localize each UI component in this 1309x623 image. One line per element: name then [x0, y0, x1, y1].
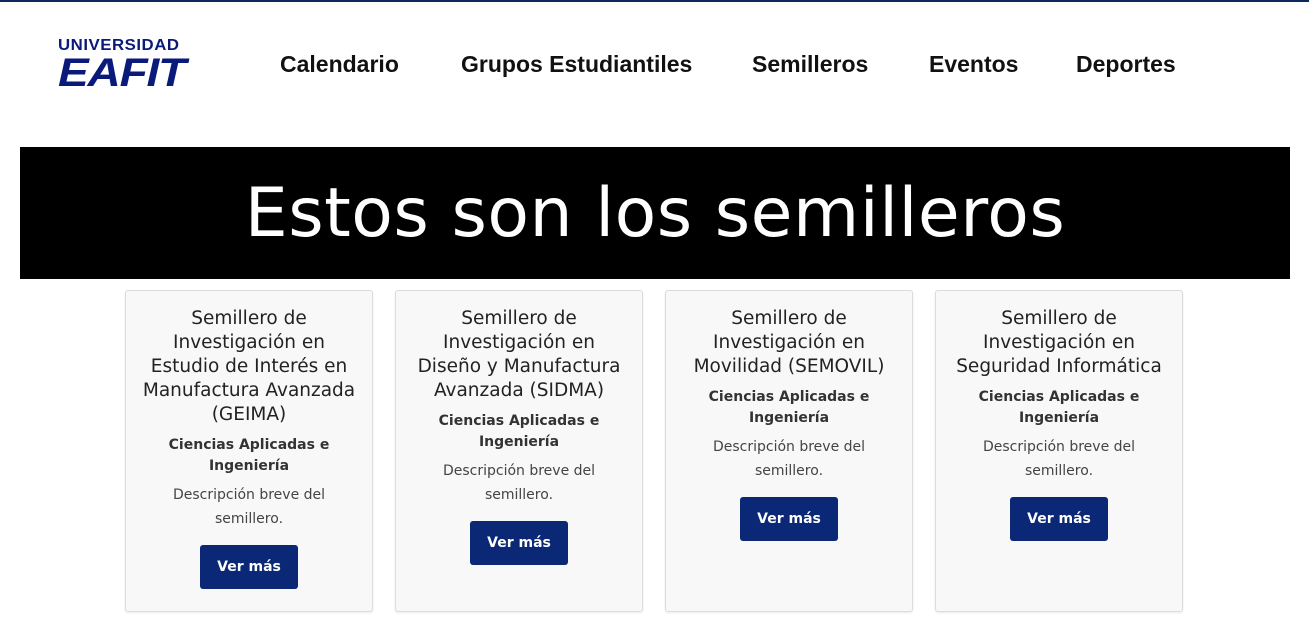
- semillero-card: Semillero de Investigación en Diseño y M…: [395, 290, 643, 612]
- card-area: Ciencias Aplicadas e Ingeniería: [708, 389, 870, 426]
- site-header: UNIVERSIDAD EAFIT Calendario Grupos Estu…: [0, 2, 1309, 132]
- card-description: Descripción breve del semillero.: [172, 487, 326, 527]
- card-area: Ciencias Aplicadas e Ingeniería: [438, 413, 600, 450]
- card-area: Ciencias Aplicadas e Ingeniería: [978, 389, 1140, 426]
- ver-mas-button[interactable]: Ver más: [1010, 497, 1108, 541]
- eafit-logo[interactable]: UNIVERSIDAD EAFIT: [58, 38, 198, 94]
- card-description: Descripción breve del semillero.: [442, 463, 596, 503]
- semillero-card: Semillero de Investigación en Estudio de…: [125, 290, 373, 612]
- card-title: Semillero de Investigación en Movilidad …: [693, 308, 885, 377]
- ver-mas-button[interactable]: Ver más: [200, 545, 298, 589]
- nav-semilleros[interactable]: Semilleros: [752, 51, 868, 78]
- ver-mas-button[interactable]: Ver más: [470, 521, 568, 565]
- logo-line-eafit: EAFIT: [58, 51, 186, 95]
- page-title: Estos son los semilleros: [244, 173, 1066, 253]
- card-title: Semillero de Investigación en Estudio de…: [142, 308, 356, 425]
- card-description: Descripción breve del semillero.: [982, 439, 1136, 479]
- nav-deportes[interactable]: Deportes: [1076, 51, 1176, 78]
- hero-banner: Estos son los semilleros: [20, 147, 1290, 279]
- nav-grupos-estudiantiles[interactable]: Grupos Estudiantiles: [461, 51, 692, 78]
- semillero-card: Semillero de Investigación en Movilidad …: [665, 290, 913, 612]
- card-title: Semillero de Investigación en Seguridad …: [956, 308, 1162, 377]
- nav-calendario[interactable]: Calendario: [280, 51, 399, 78]
- ver-mas-button[interactable]: Ver más: [740, 497, 838, 541]
- nav-eventos[interactable]: Eventos: [929, 51, 1018, 78]
- card-area: Ciencias Aplicadas e Ingeniería: [168, 437, 330, 474]
- card-description: Descripción breve del semillero.: [712, 439, 866, 479]
- card-title: Semillero de Investigación en Diseño y M…: [417, 308, 621, 401]
- semillero-card: Semillero de Investigación en Seguridad …: [935, 290, 1183, 612]
